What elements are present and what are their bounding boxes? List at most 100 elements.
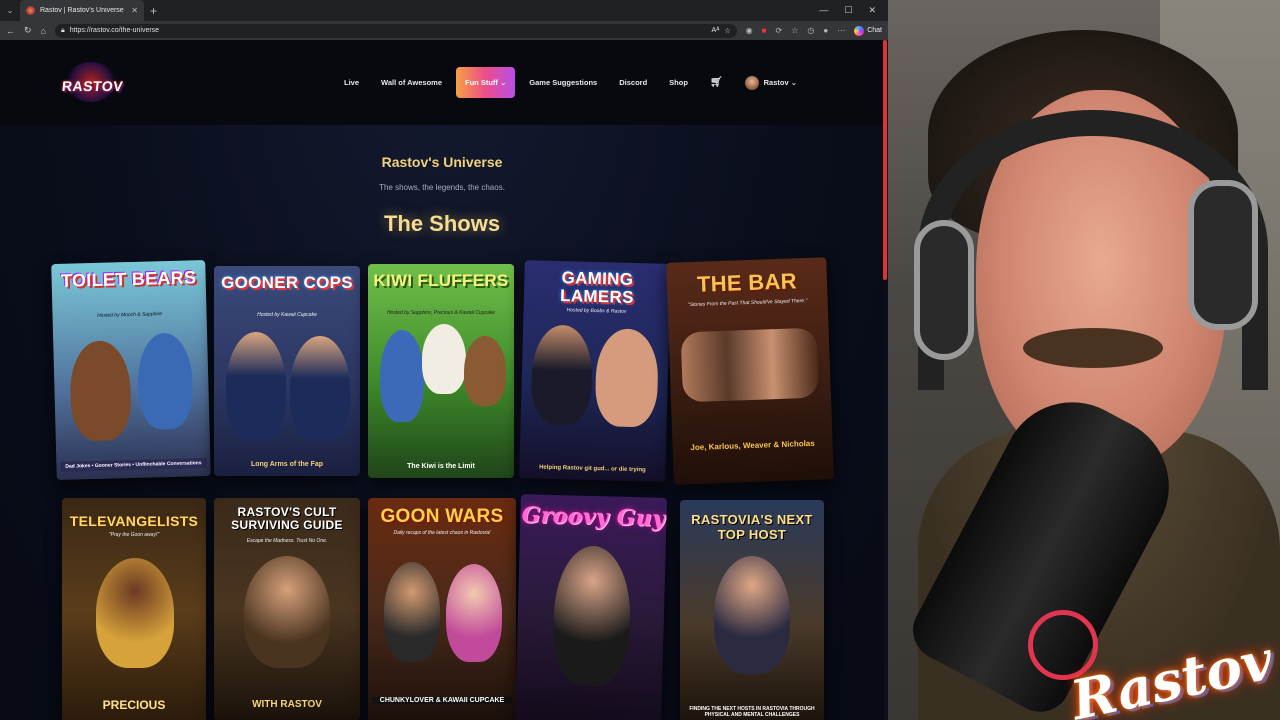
- tab-active[interactable]: Rastov | Rastov's Universe ✕: [20, 0, 144, 21]
- nav-fun-stuff[interactable]: Fun Stuff ⌄: [456, 67, 516, 98]
- browser-window: ⌄ Rastov | Rastov's Universe ✕ + — ☐ ✕ ←…: [0, 0, 888, 720]
- reload-icon[interactable]: ↻: [24, 25, 32, 36]
- cop-figure: [290, 336, 350, 442]
- show-tagline: PRECIOUS: [102, 698, 166, 712]
- show-tagline: Joe, Karlous, Weaver & Nicholas: [690, 438, 815, 453]
- show-title: RASTOVIA'S NEXT TOP HOST: [691, 512, 813, 542]
- cop-figure: [226, 332, 286, 442]
- show-tagline: Helping Rastov git gud... or die trying: [539, 464, 646, 474]
- user-name: Rastov ⌄: [763, 78, 798, 87]
- site-header: RASTOV Live Wall of Awesome Fun Stuff ⌄ …: [0, 40, 884, 125]
- page-subtitle: The shows, the legends, the chaos.: [379, 183, 505, 192]
- show-title: Groovy Guy: [521, 502, 666, 532]
- show-tagline: Long Arms of the Fap: [250, 461, 324, 468]
- web-page: RASTOV Live Wall of Awesome Fun Stuff ⌄ …: [0, 40, 884, 720]
- back-icon[interactable]: ←: [6, 26, 15, 36]
- show-title: GAMING LAMERS: [559, 268, 634, 307]
- show-title: THE BAR: [696, 268, 798, 297]
- show-host: Daily recaps of the latest chaos in Rast…: [393, 530, 491, 536]
- new-tab-button[interactable]: +: [150, 4, 157, 18]
- nav-discord[interactable]: Discord: [619, 78, 647, 87]
- show-host: Hosted by Boobs & Rastov: [566, 307, 627, 315]
- main-nav: Live Wall of Awesome Fun Stuff ⌄ Game Su…: [344, 40, 797, 125]
- site-favicon-icon: [26, 6, 35, 15]
- show-card-the-bar[interactable]: THE BAR "Stories From the Past That Shou…: [666, 257, 834, 485]
- show-host: Escape the Madness. Trust No One.: [246, 538, 328, 544]
- bear-figure: [137, 332, 194, 430]
- favorites-icon[interactable]: ☆: [791, 26, 798, 35]
- home-icon[interactable]: ⌂: [41, 26, 46, 36]
- tab-menu-icon[interactable]: ⌄: [0, 6, 20, 15]
- tab-title: Rastov | Rastov's Universe: [40, 7, 124, 14]
- nav-wall-of-awesome[interactable]: Wall of Awesome: [381, 78, 442, 87]
- show-card-next-top-host[interactable]: RASTOVIA'S NEXT TOP HOST FINDING THE NEX…: [680, 500, 824, 720]
- maximize-button[interactable]: ☐: [844, 5, 852, 16]
- headphone-cup-left: [914, 220, 974, 360]
- show-card-cult-surviving-guide[interactable]: RASTOV'S CULT SURVIVING GUIDE Escape the…: [214, 498, 360, 720]
- show-card-goon-wars[interactable]: GOON WARS Daily recaps of the latest cha…: [368, 498, 516, 720]
- show-title: GOON WARS: [380, 506, 504, 527]
- show-card-gaming-lamers[interactable]: GAMING LAMERS Hosted by Boobs & Rastov H…: [519, 260, 671, 482]
- show-tagline: FINDING THE NEXT HOSTS IN RASTOVIA THROU…: [689, 706, 815, 718]
- user-menu[interactable]: Rastov ⌄: [744, 75, 798, 90]
- host-figure: [384, 562, 440, 662]
- show-title: TOILET BEARS: [60, 267, 197, 291]
- extension-icon[interactable]: ■: [762, 26, 767, 35]
- show-tagline: WITH RASTOV: [252, 699, 322, 710]
- gamer-figure: [594, 328, 660, 428]
- page-scrollbar[interactable]: [883, 40, 887, 280]
- lock-icon: 🔒︎: [60, 26, 65, 34]
- site-logo[interactable]: RASTOV: [58, 60, 124, 106]
- logo-text: RASTOV: [61, 78, 124, 94]
- show-card-groovy-guy[interactable]: Groovy Guy: [515, 494, 667, 720]
- url-field[interactable]: 🔒︎ https://rastov.co/the-universe Aᴬ ☆: [54, 23, 737, 38]
- extension-icons: ◉ ■ ⟳ ☆ ◷ ● ⋯ Chat: [746, 25, 882, 36]
- webcam-feed: Rastov: [888, 0, 1280, 720]
- minimize-button[interactable]: —: [819, 5, 828, 16]
- show-title: KIWI FLUFFERS: [373, 271, 509, 290]
- avatar: [744, 75, 759, 90]
- window-controls: — ☐ ✕: [819, 5, 888, 16]
- extension-icon[interactable]: ⟳: [776, 26, 783, 35]
- show-tagline: Dad Jokes • Gooner Stories • Unflinchabl…: [60, 458, 207, 472]
- show-host: Hosted by Mooch & Sapphire: [96, 311, 163, 319]
- bear-figure: [69, 340, 132, 442]
- copilot-icon: [854, 25, 865, 36]
- show-host: "Pray the Goon away!": [108, 532, 160, 538]
- tab-close-icon[interactable]: ✕: [131, 6, 138, 15]
- show-title: GOONER COPS: [221, 273, 353, 292]
- chat-button[interactable]: Chat: [854, 25, 882, 36]
- host-figure: [446, 564, 502, 662]
- show-card-televangelists[interactable]: TELEVANGELISTS "Pray the Goon away!" PRE…: [62, 498, 206, 720]
- cat-figure: [380, 330, 424, 422]
- address-bar: ← ↻ ⌂ 🔒︎ https://rastov.co/the-universe …: [0, 21, 888, 40]
- extension-icon[interactable]: ◉: [746, 26, 753, 35]
- show-title: RASTOV'S CULT SURVIVING GUIDE: [231, 505, 343, 532]
- cart-icon[interactable]: 🛒︎: [710, 77, 723, 88]
- page-title: Rastov's Universe: [381, 154, 503, 170]
- show-host: Hosted by Sapphire, Precious & Kawaii Cu…: [386, 310, 496, 316]
- cat-figure: [422, 324, 466, 394]
- nav-shop[interactable]: Shop: [669, 78, 688, 87]
- profile-icon[interactable]: ●: [823, 26, 828, 35]
- show-card-gooner-cops[interactable]: GOONER COPS Hosted by Kawaii Cupcake Lon…: [214, 266, 360, 476]
- close-window-button[interactable]: ✕: [868, 5, 876, 16]
- nav-live[interactable]: Live: [344, 78, 359, 87]
- url-text: https://rastov.co/the-universe: [69, 27, 160, 34]
- host-figure: [552, 545, 632, 687]
- shows-heading: The Shows: [383, 211, 501, 236]
- host-figure: [244, 556, 330, 668]
- nav-game-suggestions[interactable]: Game Suggestions: [529, 78, 597, 87]
- read-aloud-icon[interactable]: Aᴬ: [712, 27, 720, 34]
- kiwi-figure: [464, 336, 506, 406]
- show-tagline: The Kiwi is the Limit: [407, 463, 475, 470]
- tab-bar: ⌄ Rastov | Rastov's Universe ✕ + — ☐ ✕: [0, 0, 888, 21]
- show-card-kiwi-fluffers[interactable]: KIWI FLUFFERS Hosted by Sapphire, Precio…: [368, 264, 514, 478]
- headphone-cup-right: [1188, 180, 1258, 330]
- history-icon[interactable]: ◷: [807, 26, 814, 35]
- more-menu-icon[interactable]: ⋯: [837, 26, 845, 35]
- show-card-toilet-bears[interactable]: TOILET BEARS Hosted by Mooch & Sapphire …: [51, 260, 211, 480]
- host-figure: [714, 556, 790, 674]
- show-host: Hosted by Kawaii Cupcake: [257, 312, 317, 318]
- favorite-star-icon[interactable]: ☆: [724, 27, 730, 35]
